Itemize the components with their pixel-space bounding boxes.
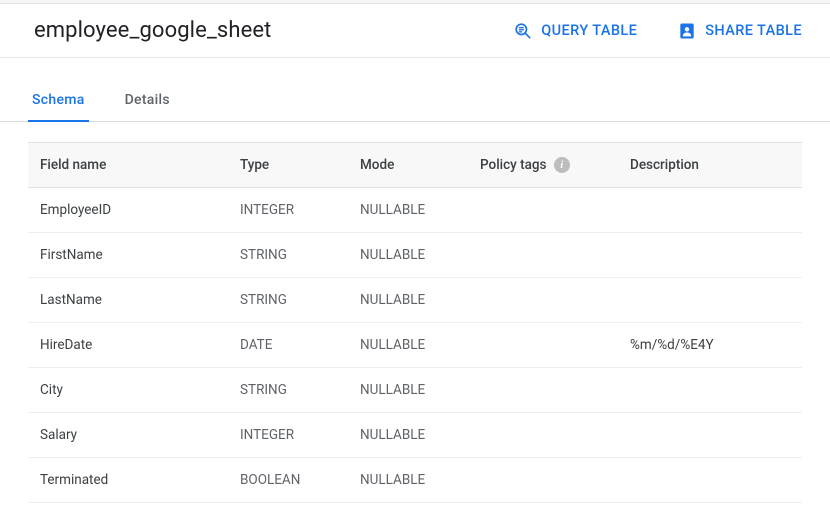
cell-mode: NULLABLE [348,458,468,503]
col-header-description: Description [618,143,802,188]
schema-tbody: EmployeeID INTEGER NULLABLE FirstName ST… [28,188,802,503]
tab-schema-label: Schema [32,92,85,108]
tab-details[interactable]: Details [121,82,174,122]
cell-policy [468,278,618,323]
cell-type: STRING [228,233,348,278]
cell-type: INTEGER [228,188,348,233]
cell-mode: NULLABLE [348,323,468,368]
cell-mode: NULLABLE [348,188,468,233]
table-row: Salary INTEGER NULLABLE [28,413,802,458]
cell-type: INTEGER [228,413,348,458]
cell-description [618,188,802,233]
cell-description [618,368,802,413]
query-table-button[interactable]: QUERY TABLE [513,21,637,41]
cell-field: FirstName [28,233,228,278]
cell-type: STRING [228,278,348,323]
table-row: City STRING NULLABLE [28,368,802,413]
cell-policy [468,323,618,368]
cell-description [618,458,802,503]
cell-mode: NULLABLE [348,413,468,458]
cell-field: LastName [28,278,228,323]
table-row: EmployeeID INTEGER NULLABLE [28,188,802,233]
query-icon [513,21,533,41]
cell-policy [468,188,618,233]
table-row: FirstName STRING NULLABLE [28,233,802,278]
header-bar: employee_google_sheet QUERY TABLE SHARE … [0,4,830,58]
info-icon[interactable]: i [554,157,570,173]
cell-type: BOOLEAN [228,458,348,503]
share-table-button[interactable]: SHARE TABLE [677,21,802,41]
table-row: HireDate DATE NULLABLE %m/%d/%E4Y [28,323,802,368]
table-row: Terminated BOOLEAN NULLABLE [28,458,802,503]
share-icon [677,21,697,41]
cell-field: EmployeeID [28,188,228,233]
table-title: employee_google_sheet [34,18,473,43]
share-table-label: SHARE TABLE [705,22,802,39]
cell-type: STRING [228,368,348,413]
cell-type: DATE [228,323,348,368]
cell-description [618,278,802,323]
cell-policy [468,368,618,413]
cell-field: Terminated [28,458,228,503]
cell-policy [468,233,618,278]
col-header-policy-label: Policy tags [480,157,546,173]
tab-schema[interactable]: Schema [28,82,89,122]
cell-description [618,413,802,458]
col-header-mode: Mode [348,143,468,188]
cell-mode: NULLABLE [348,278,468,323]
cell-description: %m/%d/%E4Y [618,323,802,368]
tab-details-label: Details [125,92,170,108]
cell-field: Salary [28,413,228,458]
cell-field: HireDate [28,323,228,368]
col-header-field: Field name [28,143,228,188]
col-header-type: Type [228,143,348,188]
cell-policy [468,458,618,503]
query-table-label: QUERY TABLE [541,22,637,39]
schema-table-wrap: Field name Type Mode Policy tags i Descr… [0,122,830,503]
cell-mode: NULLABLE [348,233,468,278]
cell-description [618,233,802,278]
schema-header-row: Field name Type Mode Policy tags i Descr… [28,143,802,188]
table-row: LastName STRING NULLABLE [28,278,802,323]
col-header-policy: Policy tags i [468,143,618,188]
tabs-row: Schema Details [0,82,830,122]
cell-mode: NULLABLE [348,368,468,413]
schema-table: Field name Type Mode Policy tags i Descr… [28,142,802,503]
cell-policy [468,413,618,458]
cell-field: City [28,368,228,413]
